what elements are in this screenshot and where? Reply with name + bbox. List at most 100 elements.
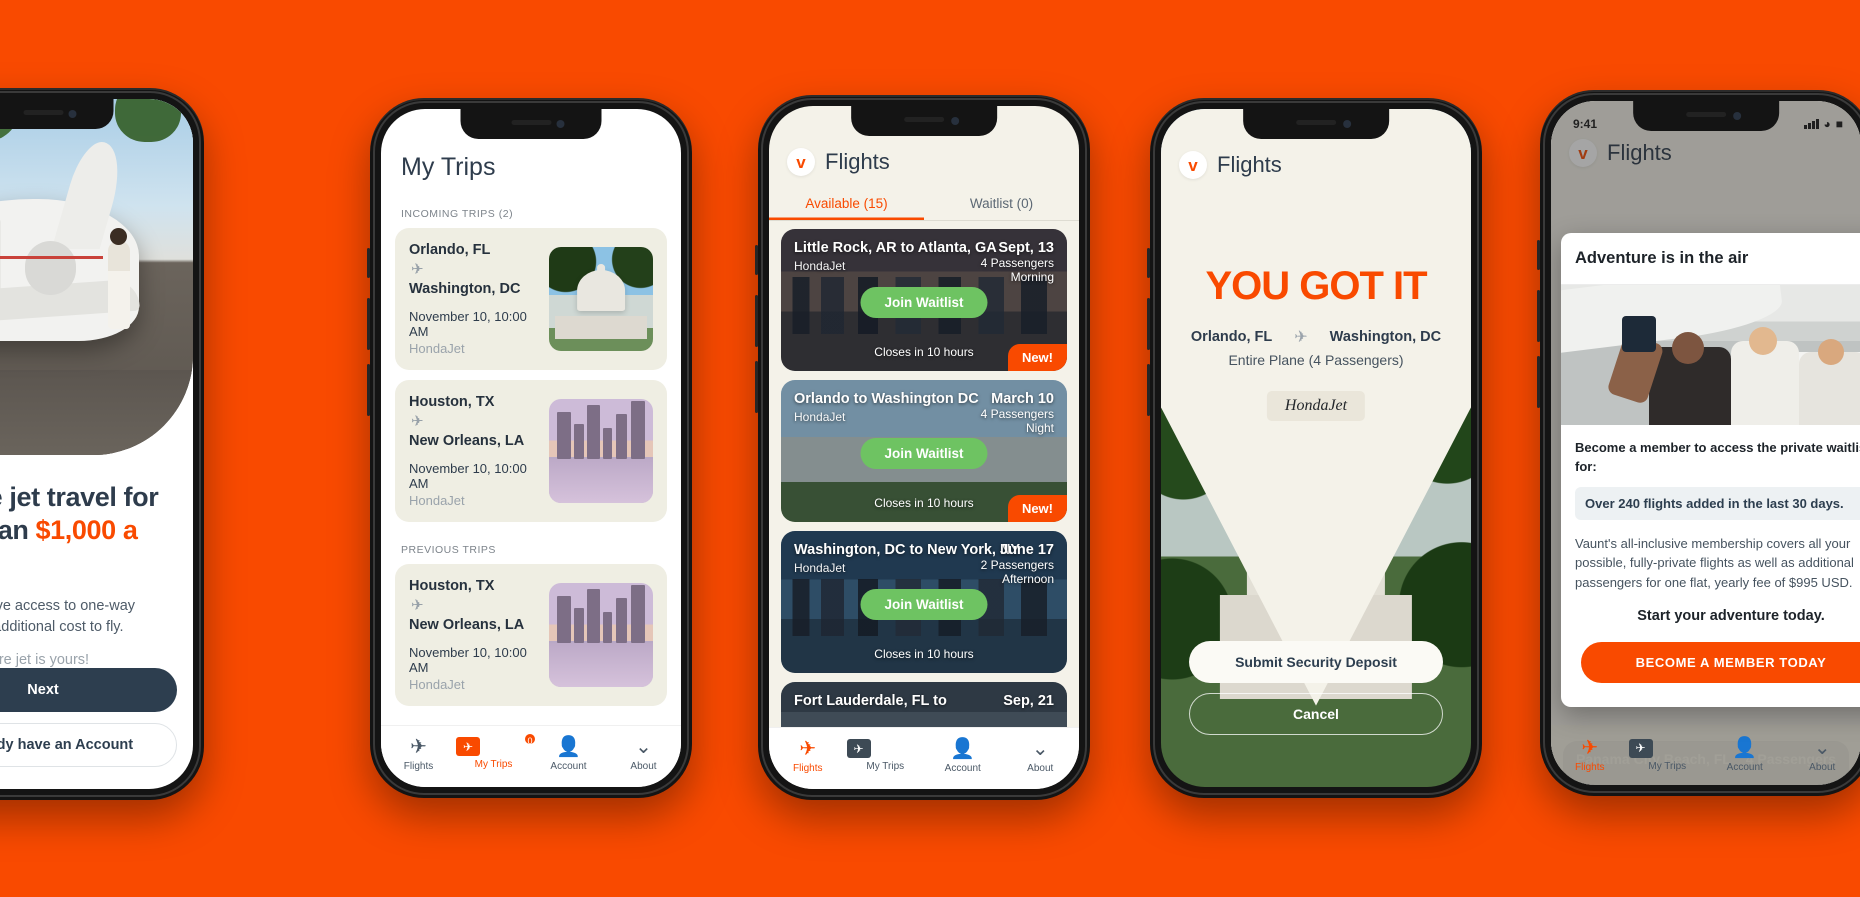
join-waitlist-button[interactable]: Join Waitlist <box>860 589 988 620</box>
flight-card[interactable]: Orlando to Washington DC HondaJet March … <box>781 380 1067 522</box>
flights-list[interactable]: Little Rock, AR to Atlanta, GA HondaJet … <box>769 221 1079 727</box>
tab-label: Account <box>550 760 587 772</box>
submit-security-deposit-button[interactable]: Submit Security Deposit <box>1189 641 1443 683</box>
flight-time-of-day: Morning <box>1010 270 1054 284</box>
flight-passengers: 2 Passengers <box>980 558 1054 572</box>
bottom-tabbar: ✈ Flights ✈ 0 My Trips 👤 Account ⌄ About <box>381 725 681 787</box>
become-a-member-button[interactable]: BECOME A MEMBER TODAY <box>1581 642 1860 684</box>
trip-origin: Orlando, FL <box>409 242 491 258</box>
airplane-icon: ✈ <box>799 737 817 760</box>
tab-label: About <box>1809 762 1836 773</box>
notch <box>0 99 114 129</box>
airplane-icon: ✈ <box>1581 737 1599 759</box>
tab-flights[interactable]: ✈ Flights <box>381 736 456 772</box>
flight-closes-label: Closes in 10 hours <box>874 647 974 661</box>
phone-membership-modal: 9:41 ◕ ■ v Flights Panama City Beach, FL… <box>1537 90 1860 796</box>
tab-flights[interactable]: ✈ Flights <box>1551 737 1629 773</box>
flight-card[interactable]: Washington, DC to New York, NY HondaJet … <box>781 531 1067 673</box>
tab-label: Flights <box>793 762 823 774</box>
flight-card[interactable]: Little Rock, AR to Atlanta, GA HondaJet … <box>781 229 1067 371</box>
tab-label: My Trips <box>474 759 513 770</box>
trip-card[interactable]: Houston, TX ✈ New Orleans, LA November 1… <box>395 564 667 706</box>
modal-closing-line: Start your adventure today. <box>1637 608 1825 625</box>
tab-about[interactable]: ⌄ About <box>606 736 681 772</box>
trip-origin: Houston, TX <box>409 578 495 594</box>
notch <box>460 109 602 139</box>
phone2-screen: My Trips INCOMING TRIPS (2) Orlando, FL … <box>381 109 681 787</box>
flight-passengers: 4 Passengers <box>980 407 1054 421</box>
already-have-account-button[interactable]: I Already have an Account <box>0 723 177 767</box>
modal-header: Adventure is in the air ✕ <box>1561 233 1860 285</box>
app-header: v Flights <box>1179 151 1282 179</box>
trip-origin: Houston, TX <box>409 394 495 410</box>
tab-account[interactable]: 👤 Account <box>1706 737 1784 773</box>
ticket-icon: ✈ <box>1628 738 1707 758</box>
new-badge: New! <box>1007 344 1067 371</box>
vaunt-logo-icon: v <box>787 148 815 176</box>
flight-date: June 17 <box>1000 542 1054 558</box>
trip-datetime: November 10, 10:00 AM <box>409 309 527 339</box>
trip-thumbnail <box>549 583 653 687</box>
vaunt-logo-icon: v <box>1179 151 1207 179</box>
onboarding-paragraph-2: Also, the entire jet is yours! <box>0 651 90 668</box>
chevron-down-icon: ⌄ <box>635 735 652 758</box>
tab-available[interactable]: Available (15) <box>769 188 924 220</box>
tab-label: My Trips <box>1648 760 1687 772</box>
bottom-tabbar: ✈ Flights ✈ My Trips 👤 Account ⌄ About <box>1551 725 1860 785</box>
section-header-incoming: INCOMING TRIPS (2) <box>401 208 514 220</box>
tab-account[interactable]: 👤 Account <box>531 736 606 772</box>
trip-aircraft: HondaJet <box>409 493 465 508</box>
tab-my-trips[interactable]: ✈ My Trips <box>846 739 925 772</box>
airplane-icon: ✈ <box>1294 329 1308 346</box>
tab-about[interactable]: ⌄ About <box>1002 738 1080 774</box>
tab-about[interactable]: ⌄ About <box>1784 737 1860 773</box>
trip-card[interactable]: Orlando, FL ✈ Washington, DC November 10… <box>395 228 667 370</box>
tab-label: My Trips <box>866 761 905 772</box>
logo-glyph: v <box>796 152 806 172</box>
trip-aircraft: HondaJet <box>409 341 465 356</box>
trip-destination: New Orleans, LA <box>409 433 525 449</box>
modal-description: Vaunt's all-inclusive membership covers … <box>1575 535 1854 590</box>
flight-date: March 10 <box>991 391 1054 407</box>
trips-list[interactable]: INCOMING TRIPS (2) Orlando, FL ✈ Washing… <box>381 182 681 725</box>
next-button[interactable]: Next <box>0 668 177 712</box>
trip-aircraft: HondaJet <box>409 677 465 692</box>
person-icon: 👤 <box>950 737 976 760</box>
modal-photo <box>1561 285 1860 425</box>
tab-my-trips[interactable]: ✈ My Trips <box>1628 738 1707 772</box>
trip-destination: New Orleans, LA <box>409 617 525 633</box>
onboarding-paragraph: Members have access to one-way flights a… <box>0 597 136 635</box>
ticket-icon: ✈ <box>846 739 925 758</box>
airplane-icon: ✈ <box>411 597 424 614</box>
flight-card[interactable]: Fort Lauderdale, FL to Sep, 21 <box>781 682 1067 727</box>
airplane-icon: ✈ <box>411 261 424 278</box>
confirmation-headline: YOU GOT IT <box>1205 264 1427 308</box>
modal-title: Adventure is in the air <box>1575 249 1749 267</box>
trip-card[interactable]: Houston, TX ✈ New Orleans, LA November 1… <box>395 380 667 522</box>
modal-stat-pill: Over 240 flights added in the last 30 da… <box>1575 486 1860 520</box>
notch <box>1633 101 1779 131</box>
plane-detail: Entire Plane (4 Passengers) <box>1228 352 1404 368</box>
tab-waitlist[interactable]: Waitlist (0) <box>924 188 1079 220</box>
airplane-icon: ✈ <box>411 413 424 430</box>
tab-my-trips[interactable]: ✈ 0 My Trips <box>456 732 537 770</box>
trip-thumbnail <box>549 247 653 351</box>
phone-confirmation: v Flights YOU GOT IT Orlando, FL ✈ Washi… <box>1147 98 1482 798</box>
cancel-button[interactable]: Cancel <box>1189 693 1443 735</box>
tab-account[interactable]: 👤 Account <box>924 738 1002 774</box>
tab-flights[interactable]: ✈ Flights <box>769 738 847 774</box>
notch <box>851 106 997 136</box>
notch <box>1243 109 1389 139</box>
flight-time-of-day: Afternoon <box>1001 572 1054 586</box>
flights-tabs: Available (15) Waitlist (0) <box>769 188 1079 221</box>
modal-body: Become a member to access the private wa… <box>1561 425 1860 707</box>
confirmation-route: Orlando, FL ✈ Washington, DC <box>1161 327 1471 347</box>
join-waitlist-button[interactable]: Join Waitlist <box>860 287 988 318</box>
flight-date: Sep, 21 <box>1003 693 1054 709</box>
phone4-screen: v Flights YOU GOT IT Orlando, FL ✈ Washi… <box>1161 109 1471 787</box>
modal-lead-text: Become a member to access the private wa… <box>1575 440 1860 474</box>
join-waitlist-button[interactable]: Join Waitlist <box>860 438 988 469</box>
ticket-icon: ✈ 0 <box>456 732 537 756</box>
confirmation-actions: Submit Security Deposit Cancel <box>1189 641 1443 735</box>
trip-thumbnail <box>549 399 653 503</box>
